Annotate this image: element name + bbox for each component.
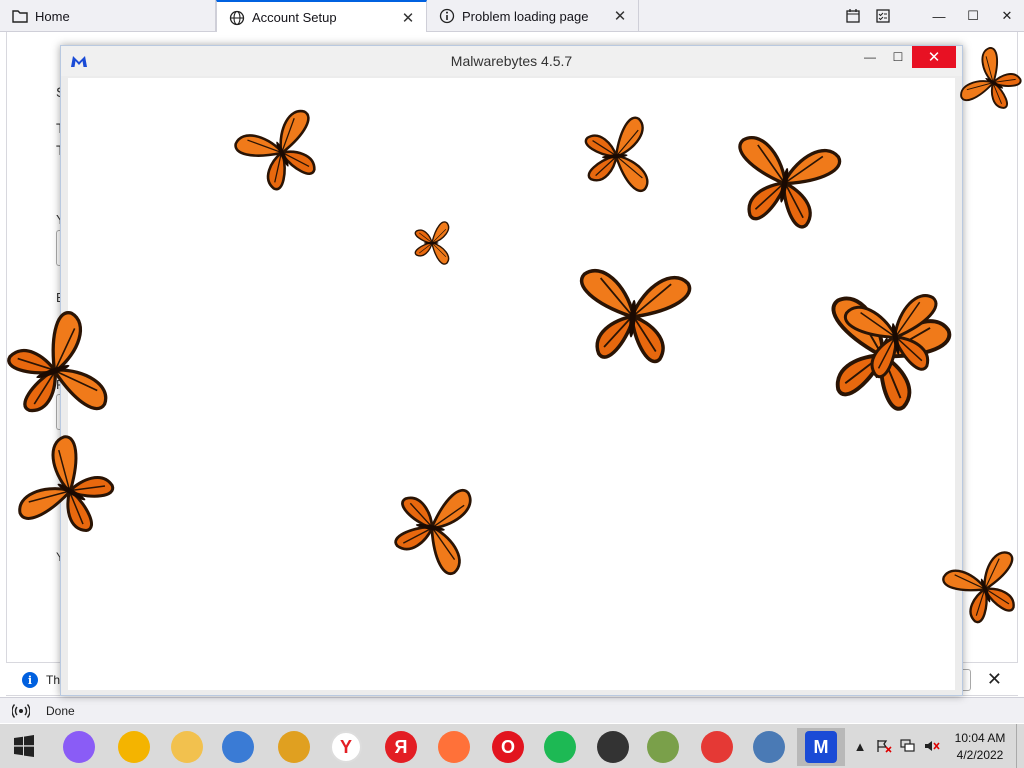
maximize-button[interactable]: ☐ xyxy=(884,46,912,68)
window-title: Malwarebytes 4.5.7 xyxy=(450,53,573,69)
tab-bar: Home Account Setup ✕ Problem loading pag… xyxy=(0,0,1024,33)
maximize-icon[interactable]: ☐ xyxy=(956,0,990,32)
minimize-icon[interactable]: — xyxy=(922,0,956,32)
action-center-flag-icon[interactable] xyxy=(872,724,896,768)
start-button[interactable] xyxy=(0,724,48,768)
clock-date: 4/2/2022 xyxy=(956,748,1004,762)
malwarebytes-icon: M xyxy=(805,731,837,763)
status-bar: Done xyxy=(0,697,1024,723)
close-window-icon[interactable]: ✕ xyxy=(990,0,1024,32)
info-icon: i xyxy=(22,672,38,688)
firefox-icon xyxy=(438,731,470,763)
tab-home[interactable]: Home xyxy=(0,0,216,32)
spotify-icon xyxy=(544,731,576,763)
network-icon[interactable] xyxy=(896,724,920,768)
alice-icon xyxy=(63,731,95,763)
taskbar: YЯ O M ▲ 10:04 AM 4/2/2022 xyxy=(0,724,1024,768)
notification-text: Th xyxy=(46,673,61,687)
butterfly-sprite xyxy=(837,277,953,393)
taskbar-app[interactable] xyxy=(639,728,687,766)
tab-label: Problem loading page xyxy=(462,8,589,24)
online-status-icon[interactable] xyxy=(11,703,31,719)
taskbar-app[interactable] xyxy=(214,728,262,766)
file-explorer-icon xyxy=(171,731,203,763)
butterfly-sprite xyxy=(569,250,697,378)
folder-icon xyxy=(12,8,28,24)
network-tool-icon xyxy=(647,731,679,763)
butterfly-sprite xyxy=(575,113,662,200)
system-tray: ▲ 10:04 AM 4/2/2022 xyxy=(848,724,1024,768)
taskbar-app[interactable]: Я xyxy=(377,728,425,766)
chrome-canary-icon xyxy=(118,731,150,763)
flash-tool-icon xyxy=(701,731,733,763)
butterfly-sprite xyxy=(410,220,456,266)
tasks-icon[interactable] xyxy=(868,0,898,32)
windows-logo-icon xyxy=(14,735,34,757)
setup-icon xyxy=(753,731,785,763)
taskbar-app[interactable] xyxy=(430,728,478,766)
thunderbird-icon xyxy=(222,731,254,763)
ccleaner-icon xyxy=(597,731,629,763)
taskbar-app[interactable]: M xyxy=(797,728,845,766)
clock[interactable]: 10:04 AM 4/2/2022 xyxy=(944,728,1016,764)
taskbar-app[interactable] xyxy=(270,728,318,766)
butterfly-sprite xyxy=(381,475,488,582)
megaphone-icon xyxy=(278,731,310,763)
taskbar-app[interactable] xyxy=(589,728,637,766)
calendar-icon[interactable] xyxy=(838,0,868,32)
show-desktop-button[interactable] xyxy=(1016,724,1024,768)
show-hidden-icons-icon[interactable]: ▲ xyxy=(848,724,872,768)
title-bar[interactable]: Malwarebytes 4.5.7 — ☐ ✕ xyxy=(61,46,962,76)
tab-label: Account Setup xyxy=(252,10,337,25)
tab-label: Home xyxy=(35,8,70,24)
yandex-browser-icon: Y xyxy=(330,731,362,763)
status-text: Done xyxy=(46,704,75,718)
close-tab-icon[interactable]: ✕ xyxy=(612,8,628,25)
globe-icon xyxy=(229,10,245,26)
taskbar-app[interactable] xyxy=(55,728,103,766)
volume-muted-icon[interactable] xyxy=(920,724,944,768)
minimize-button[interactable]: — xyxy=(856,46,884,68)
info-icon xyxy=(439,8,455,24)
tab-account-setup[interactable]: Account Setup ✕ xyxy=(216,0,427,33)
clock-time: 10:04 AM xyxy=(954,731,1006,745)
taskbar-app[interactable] xyxy=(163,728,211,766)
close-button[interactable]: ✕ xyxy=(912,46,956,68)
yandex-icon: Я xyxy=(385,731,417,763)
close-notification-icon[interactable]: ✕ xyxy=(987,669,1002,690)
taskbar-app[interactable] xyxy=(110,728,158,766)
taskbar-app[interactable] xyxy=(536,728,584,766)
taskbar-app[interactable] xyxy=(693,728,741,766)
taskbar-app[interactable]: O xyxy=(484,728,532,766)
close-tab-icon[interactable]: ✕ xyxy=(400,10,416,27)
tab-problem-loading[interactable]: Problem loading page ✕ xyxy=(427,0,639,32)
taskbar-app[interactable]: Y xyxy=(322,728,370,766)
taskbar-app[interactable] xyxy=(745,728,793,766)
opera-icon: O xyxy=(492,731,524,763)
butterfly-sprite xyxy=(721,117,848,244)
